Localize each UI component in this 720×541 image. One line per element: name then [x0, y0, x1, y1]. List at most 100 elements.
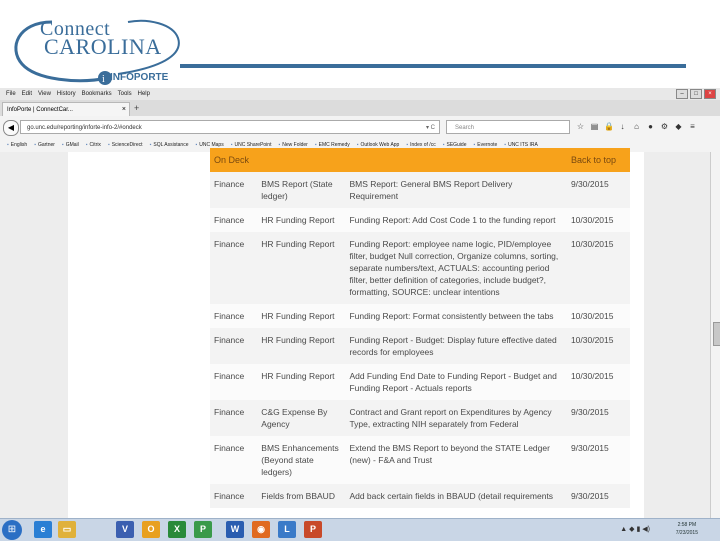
- navigation-bar: ◀ go.unc.edu/reporting/inforte-info-2/#o…: [0, 116, 720, 139]
- menu-file[interactable]: File: [6, 91, 16, 97]
- window-controls: – □ ×: [676, 89, 716, 99]
- ie-icon[interactable]: e: [34, 521, 52, 538]
- date-cell: 10/30/2015: [566, 328, 630, 364]
- date-cell: 9/30/2015: [566, 172, 630, 208]
- logo-infoporte-text: INFOPORTE: [110, 72, 169, 83]
- tab-close-icon[interactable]: ×: [122, 106, 126, 113]
- logo-carolina-text: Carolina: [44, 34, 162, 59]
- table-row: Finance HR Funding Report Funding Report…: [210, 232, 630, 304]
- table-row: Finance HR Funding Report Funding Report…: [210, 208, 630, 232]
- menu-history[interactable]: History: [57, 91, 76, 97]
- on-deck-heading: On Deck: [210, 148, 258, 172]
- minimize-icon[interactable]: –: [676, 89, 688, 99]
- settings-icon[interactable]: ⚙: [660, 122, 669, 131]
- menu-help[interactable]: Help: [138, 91, 150, 97]
- connect-carolina-logo: i Connect Carolina INFOPORTE: [8, 8, 188, 88]
- description-cell: Add Funding End Date to Funding Report -…: [345, 364, 567, 400]
- report-cell: HR Funding Report: [257, 232, 346, 304]
- windows-taskbar: ⊞ e ▭ V O X P W ◉ L P ▲ ◆ ▮ ◀) 2:58 PM 7…: [0, 518, 720, 541]
- home-icon[interactable]: ⌂: [632, 122, 641, 131]
- date-cell: 9/30/2015: [566, 484, 630, 508]
- bookmark-item[interactable]: English: [7, 142, 27, 148]
- menu-view[interactable]: View: [38, 91, 51, 97]
- clock-date: 7/23/2015: [675, 530, 698, 536]
- bookmark-item[interactable]: GMail: [62, 142, 79, 148]
- table-row: Finance HR Funding Report Add Funding En…: [210, 364, 630, 400]
- header-divider: [180, 64, 686, 68]
- scrollbar-thumb[interactable]: [713, 322, 720, 346]
- start-button[interactable]: ⊞: [2, 520, 22, 540]
- toolbar-icons: ☆ ▤ 🔒 ↓ ⌂ ● ⚙ ◆ ≡: [576, 122, 697, 131]
- area-cell: Finance: [210, 172, 258, 208]
- description-cell: Funding Report: Format consistently betw…: [345, 304, 567, 328]
- description-cell: Funding Report: employee name logic, PID…: [345, 232, 567, 304]
- report-cell: C&G Expense By Agency: [257, 400, 346, 436]
- visio-icon[interactable]: V: [116, 521, 134, 538]
- description-cell: Add back certain fields in BBAUD (detail…: [345, 484, 567, 508]
- table-row: Finance Fields from BBAUD Add back certa…: [210, 484, 630, 508]
- powerpoint-icon[interactable]: P: [304, 521, 322, 538]
- star-icon[interactable]: ☆: [576, 122, 585, 131]
- date-cell: 10/30/2015: [566, 208, 630, 232]
- bookmark-item[interactable]: Gartner: [34, 142, 55, 148]
- excel-icon[interactable]: X: [168, 521, 186, 538]
- bookmark-item[interactable]: SQL Assistance: [150, 142, 188, 148]
- table-row: Finance BMS Report (State ledger) BMS Re…: [210, 172, 630, 208]
- back-arrow-icon[interactable]: ◀: [3, 120, 19, 136]
- description-cell: Funding Report - Budget: Display future …: [345, 328, 567, 364]
- area-cell: Finance: [210, 208, 258, 232]
- firefox-icon[interactable]: ◉: [252, 521, 270, 538]
- word-icon[interactable]: W: [226, 521, 244, 538]
- clock-time: 2:58 PM: [677, 522, 697, 528]
- report-cell: HR Funding Report: [257, 328, 346, 364]
- reload-icon[interactable]: ▾ C: [426, 121, 435, 135]
- area-cell: Finance: [210, 364, 258, 400]
- search-input[interactable]: Search: [446, 120, 570, 134]
- back-to-top-link[interactable]: Back to top: [566, 148, 630, 172]
- explorer-icon[interactable]: ▭: [58, 521, 76, 538]
- clock[interactable]: 2:58 PM 7/23/2015: [676, 521, 698, 537]
- url-bar[interactable]: go.unc.edu/reporting/inforte-info-2/#ond…: [20, 120, 440, 134]
- lync-icon[interactable]: L: [278, 521, 296, 538]
- description-cell: Contract and Grant report on Expenditure…: [345, 400, 567, 436]
- area-cell: Finance: [210, 400, 258, 436]
- date-cell: 10/30/2015: [566, 364, 630, 400]
- tab-infoporte[interactable]: InfoPorte | ConnectCar... ×: [2, 102, 130, 116]
- menu-tools[interactable]: Tools: [118, 91, 132, 97]
- close-icon[interactable]: ×: [704, 89, 716, 99]
- date-cell: 9/30/2015: [566, 436, 630, 484]
- chat-icon[interactable]: ●: [646, 122, 655, 131]
- on-deck-table: On Deck Back to top Finance BMS Report (…: [210, 148, 630, 508]
- bookmark-item[interactable]: Citrix: [86, 142, 101, 148]
- bookmark-item[interactable]: ScienceDirect: [108, 142, 143, 148]
- table-row: Finance HR Funding Report Funding Report…: [210, 328, 630, 364]
- table-row: Finance HR Funding Report Funding Report…: [210, 304, 630, 328]
- menu-icon[interactable]: ≡: [688, 122, 697, 131]
- menu-bookmarks[interactable]: Bookmarks: [82, 91, 112, 97]
- addon-icon[interactable]: ◆: [674, 122, 683, 131]
- description-cell: Extend the BMS Report to beyond the STAT…: [345, 436, 567, 484]
- area-cell: Finance: [210, 328, 258, 364]
- description-cell: Funding Report: Add Cost Code 1 to the f…: [345, 208, 567, 232]
- menu-edit[interactable]: Edit: [22, 91, 32, 97]
- download-icon[interactable]: ↓: [618, 122, 627, 131]
- maximize-icon[interactable]: □: [690, 89, 702, 99]
- description-cell: BMS Report: General BMS Report Delivery …: [345, 172, 567, 208]
- url-text: go.unc.edu/reporting/inforte-info-2/#ond…: [27, 125, 142, 131]
- area-cell: Finance: [210, 304, 258, 328]
- system-tray-icons[interactable]: ▲ ◆ ▮ ◀): [620, 525, 650, 533]
- date-cell: 10/30/2015: [566, 232, 630, 304]
- lock-icon[interactable]: 🔒: [604, 122, 614, 131]
- date-cell: 9/30/2015: [566, 400, 630, 436]
- project-icon[interactable]: P: [194, 521, 212, 538]
- search-placeholder: Search: [455, 125, 475, 131]
- vertical-scrollbar[interactable]: [710, 152, 720, 518]
- area-cell: Finance: [210, 484, 258, 508]
- outlook-icon[interactable]: O: [142, 521, 160, 538]
- new-tab-icon[interactable]: +: [134, 103, 139, 113]
- table-row: Finance C&G Expense By Agency Contract a…: [210, 400, 630, 436]
- reading-list-icon[interactable]: ▤: [590, 122, 599, 131]
- report-cell: BMS Report (State ledger): [257, 172, 346, 208]
- tab-bar: InfoPorte | ConnectCar... × +: [0, 100, 720, 116]
- tab-title: InfoPorte | ConnectCar...: [7, 106, 73, 113]
